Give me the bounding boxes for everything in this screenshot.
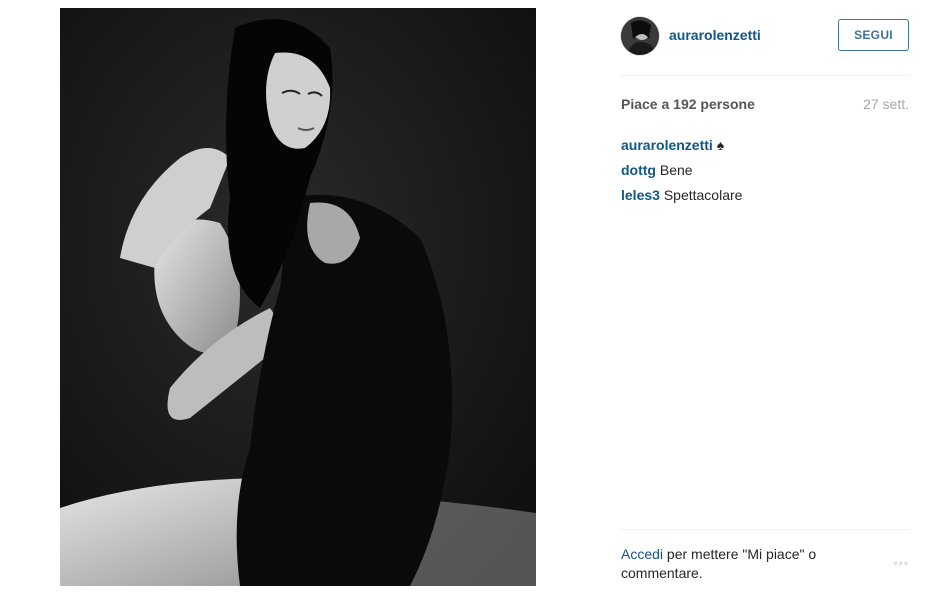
login-prompt: Accedi per mettere "Mi piace" o commenta… — [621, 545, 851, 583]
username-link[interactable]: aurarolenzetti — [669, 27, 761, 43]
post-photo — [60, 8, 536, 586]
login-link[interactable]: Accedi — [621, 546, 663, 562]
comments-list: aurarolenzetti ♠ dottg Bene leles3 Spett… — [621, 133, 909, 208]
post-footer: Accedi per mettere "Mi piace" o commenta… — [621, 545, 909, 583]
comment-text: Spettacolare — [663, 187, 743, 203]
comment-user[interactable]: leles3 — [621, 187, 660, 203]
comment-text: Bene — [659, 162, 693, 178]
post-header: aurarolenzetti SEGUI — [621, 17, 909, 55]
divider — [621, 529, 909, 530]
divider — [621, 75, 909, 76]
follow-button[interactable]: SEGUI — [838, 19, 909, 51]
comment-user[interactable]: dottg — [621, 162, 656, 178]
avatar[interactable] — [621, 17, 659, 55]
comment-item: dottg Bene — [621, 158, 909, 183]
comment-item: leles3 Spettacolare — [621, 183, 909, 208]
comment-item: aurarolenzetti ♠ — [621, 133, 909, 158]
comment-text: ♠ — [716, 137, 725, 153]
comment-user[interactable]: aurarolenzetti — [621, 137, 713, 153]
more-options-icon[interactable]: ◦◦◦ — [893, 556, 909, 570]
post-sidebar: aurarolenzetti SEGUI Piace a 192 persone… — [621, 0, 909, 597]
likes-count[interactable]: Piace a 192 persone — [621, 96, 755, 112]
post-date[interactable]: 27 sett. — [863, 96, 909, 112]
